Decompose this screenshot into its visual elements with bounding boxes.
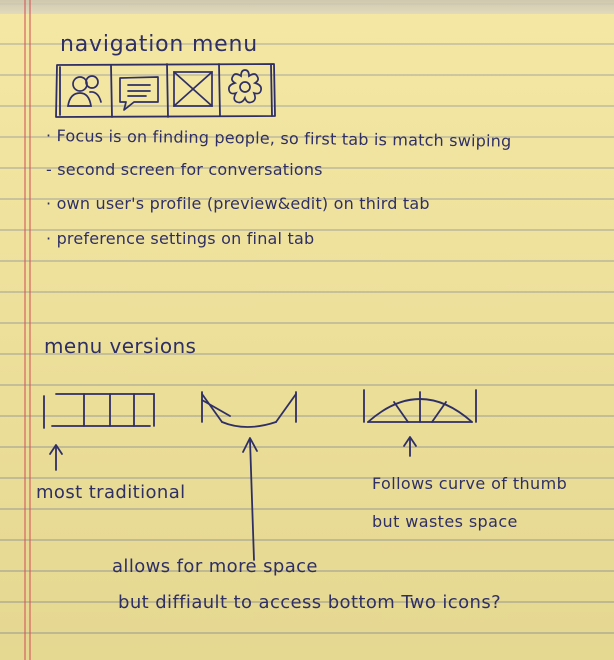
traditional-label: most traditional [36, 482, 186, 503]
more-space-label: allows for more space [112, 556, 318, 577]
bullet-note: · own user's profile (preview&edit) on t… [46, 194, 430, 213]
paper-top-edge [0, 0, 614, 14]
margin-line [24, 0, 26, 660]
bullet-note: · preference settings on final tab [46, 229, 315, 248]
traditional-menu-sketch [43, 393, 155, 429]
concave-menu-sketch [201, 391, 297, 428]
chat-bubble-icon [119, 76, 159, 111]
follows-curve-label: Follows curve of thumb [372, 474, 568, 493]
gear-icon [228, 69, 262, 104]
people-icon [67, 75, 102, 107]
difficult-access-label: but diffiault to access bottom Two icons… [118, 592, 502, 613]
navigation-menu-title: navigation menu [60, 32, 258, 57]
wastes-space-label: but wastes space [372, 512, 518, 531]
bullet-note: - second screen for conversations [46, 160, 323, 179]
image-placeholder-icon [173, 71, 213, 107]
menu-versions-sketch [43, 389, 477, 429]
margin-line [29, 0, 31, 660]
navigation-menu-sketch [55, 63, 276, 118]
arch-menu-sketch [363, 389, 477, 423]
menu-versions-title: menu versions [44, 334, 197, 358]
